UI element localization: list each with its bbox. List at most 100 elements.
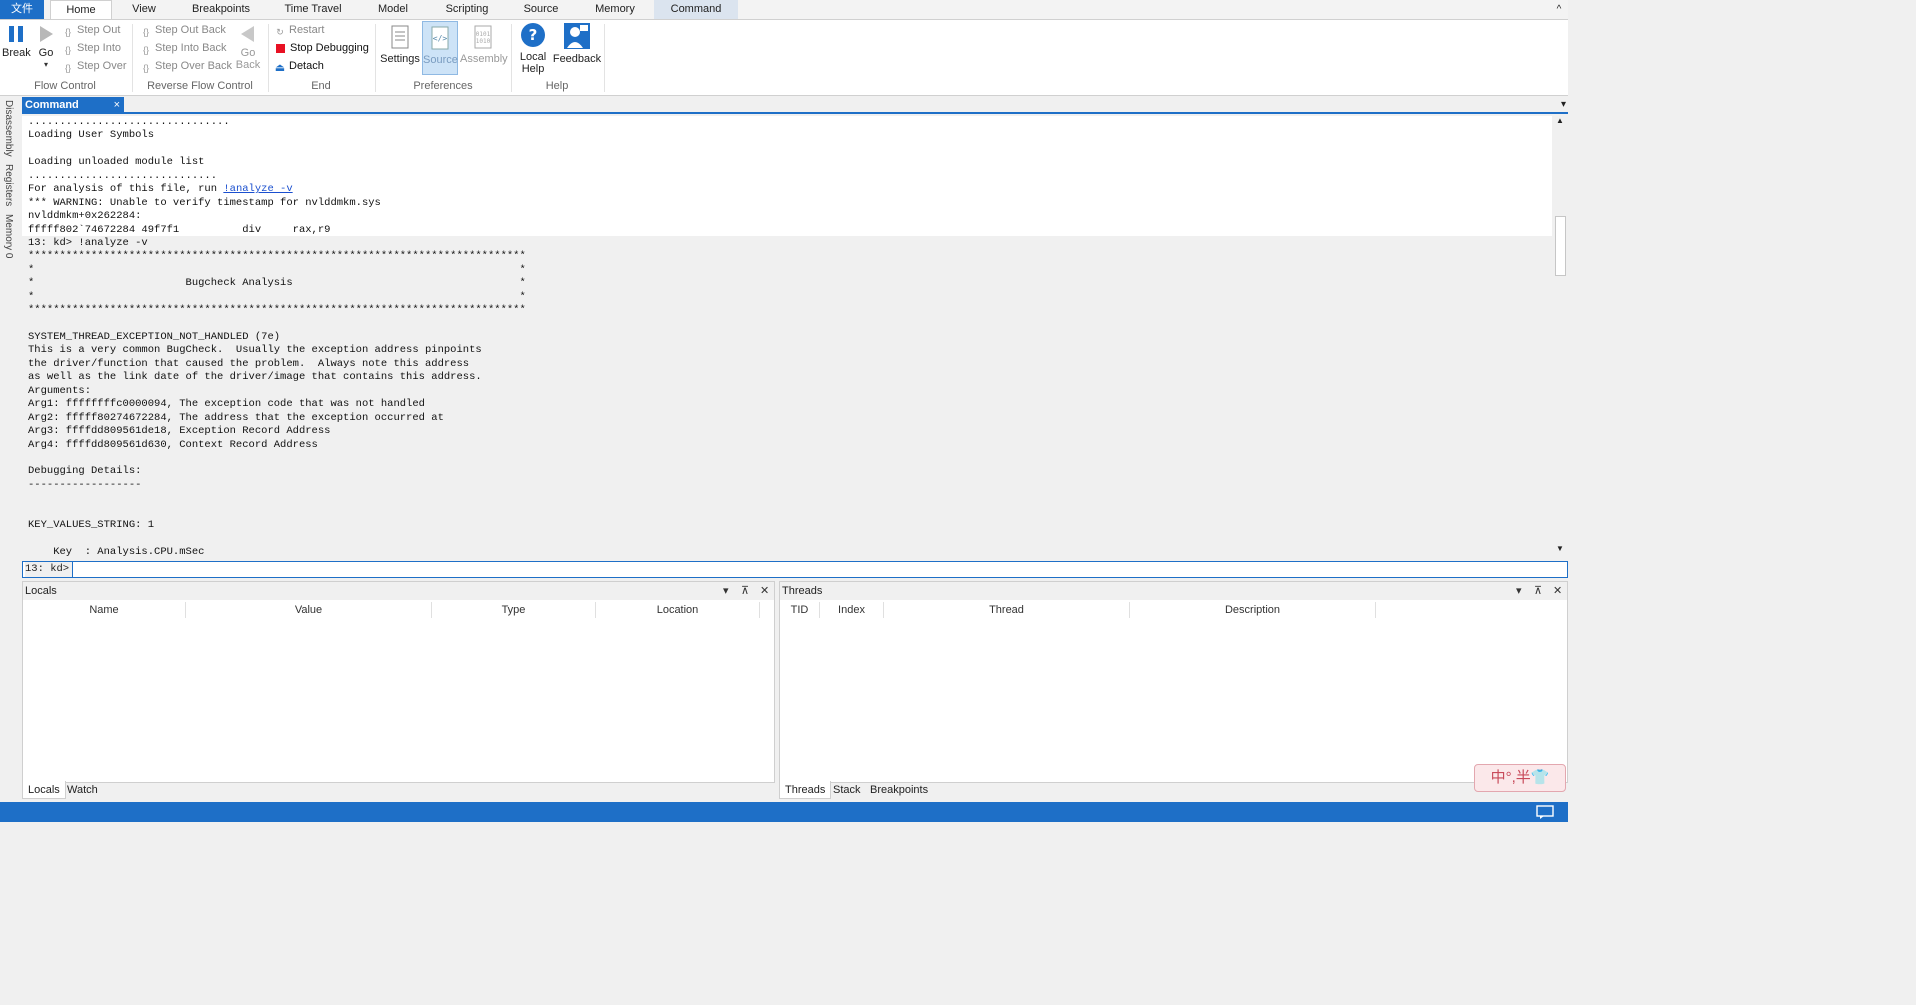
stop-debugging-label: Stop Debugging	[290, 42, 369, 54]
preferences-group-label: Preferences	[413, 80, 473, 92]
restart-button[interactable]: ↻ Restart	[274, 22, 324, 38]
tab-memory[interactable]: Memory	[584, 0, 646, 19]
settings-button[interactable]: Settings	[380, 24, 420, 65]
tab-view[interactable]: View	[120, 0, 168, 19]
vertical-scrollbar[interactable]: ▲ ▼	[1553, 116, 1568, 557]
tab-breakpoints[interactable]: Breakpoints	[182, 0, 260, 19]
column-header-type[interactable]: Type	[432, 602, 596, 618]
svg-text:</>: </>	[433, 34, 448, 43]
source-toggle-button[interactable]: </> Source	[422, 21, 458, 75]
tab-locals[interactable]: Locals	[22, 781, 66, 799]
scrollbar-thumb[interactable]	[1555, 216, 1566, 276]
go-button[interactable]: Go ▾	[34, 24, 58, 71]
output-line: *** WARNING: Unable to verify timestamp …	[28, 196, 381, 209]
ime-indicator[interactable]: 中°,半👕	[1474, 764, 1566, 792]
stop-debugging-button[interactable]: Stop Debugging	[274, 40, 369, 56]
column-header-value[interactable]: Value	[186, 602, 432, 618]
output-line: Arg4: ffffdd809561d630, Context Record A…	[28, 438, 318, 451]
side-tab-registers[interactable]: Registers	[3, 164, 14, 206]
tab-command-window[interactable]: Command ×	[22, 97, 124, 114]
group-divider	[604, 24, 605, 92]
window-list-dropdown-icon[interactable]: ▾	[1561, 97, 1566, 112]
panel-menu-icon[interactable]: ▾	[723, 582, 729, 600]
tab-source[interactable]: Source	[514, 0, 568, 19]
scroll-up-icon[interactable]: ▲	[1556, 116, 1564, 125]
step-over-back-icon: {}	[142, 63, 149, 73]
eject-icon: ⏏	[274, 62, 286, 74]
tab-model[interactable]: Model	[368, 0, 418, 19]
go-back-button[interactable]: Go Back	[234, 24, 262, 71]
column-header-location[interactable]: Location	[596, 602, 760, 618]
column-header-name[interactable]: Name	[23, 602, 186, 618]
tab-time-travel[interactable]: Time Travel	[276, 0, 350, 19]
locals-panel-header: Locals	[23, 582, 774, 600]
side-tab-memory-0[interactable]: Memory 0	[3, 214, 14, 258]
step-into-back-icon: {}	[142, 45, 149, 55]
help-group-label: Help	[545, 80, 569, 92]
step-over-button[interactable]: {} Step Over	[62, 58, 127, 74]
step-out-button[interactable]: {} Step Out	[62, 22, 120, 38]
break-button[interactable]: Break	[2, 24, 31, 59]
pin-icon[interactable]: ⊼	[741, 582, 749, 600]
output-line: ------------------	[28, 478, 142, 491]
go-back-label-2: Back	[235, 59, 261, 71]
column-header-thread[interactable]: Thread	[884, 602, 1130, 618]
output-line: Arg2: fffff80274672284, The address that…	[28, 411, 444, 424]
output-line: * Bugcheck Analysis *	[28, 277, 526, 290]
collapse-ribbon-icon[interactable]: ^	[1552, 0, 1566, 19]
feedback-button[interactable]: Feedback	[552, 22, 602, 65]
go-dropdown-icon[interactable]: ▾	[34, 59, 58, 71]
tab-breakpoints-panel[interactable]: Breakpoints	[865, 781, 933, 799]
threads-panel-header: Threads	[780, 582, 1567, 600]
step-into-back-button[interactable]: {} Step Into Back	[140, 40, 227, 56]
tab-home[interactable]: Home	[50, 0, 112, 19]
step-out-back-label: Step Out Back	[155, 24, 226, 36]
command-input[interactable]	[72, 562, 1566, 577]
scroll-down-icon[interactable]: ▼	[1556, 544, 1564, 553]
close-icon[interactable]: ✕	[760, 582, 769, 600]
group-divider	[268, 24, 269, 92]
notification-icon[interactable]	[1536, 805, 1554, 819]
output-line: Arg3: ffffdd809561de18, Exception Record…	[28, 425, 331, 438]
step-into-button[interactable]: {} Step Into	[62, 40, 121, 56]
tab-threads[interactable]: Threads	[779, 781, 832, 799]
output-line: Arguments:	[28, 384, 92, 397]
step-out-back-button[interactable]: {} Step Out Back	[140, 22, 226, 38]
file-menu-tab[interactable]: 文件	[0, 0, 44, 19]
output-line: nvlddmkm+0x262284:	[28, 210, 142, 223]
column-header-description[interactable]: Description	[1130, 602, 1376, 618]
column-header-tid[interactable]: TID	[780, 602, 820, 618]
tab-scripting[interactable]: Scripting	[434, 0, 500, 19]
assembly-button[interactable]: 0101 1010 Assembly	[460, 24, 508, 65]
local-help-button[interactable]: ? Local Help	[516, 22, 550, 75]
output-line: ..............................	[28, 169, 218, 182]
go-back-label-1: Go	[240, 47, 256, 59]
output-line: ****************************************…	[28, 250, 526, 263]
step-over-back-button[interactable]: {} Step Over Back	[140, 58, 232, 74]
close-icon[interactable]: ×	[114, 97, 120, 114]
step-over-icon: {}	[64, 63, 71, 73]
panel-menu-icon[interactable]: ▾	[1516, 582, 1522, 600]
analyze-link[interactable]: !analyze -v	[223, 183, 292, 195]
close-icon[interactable]: ✕	[1553, 582, 1562, 600]
output-line: Key : Analysis.CPU.mSec	[28, 546, 205, 557]
command-output[interactable]: ................................ Loading …	[22, 116, 1552, 557]
step-over-back-label: Step Over Back	[155, 60, 233, 72]
svg-text:0101: 0101	[476, 31, 491, 38]
command-prompt: 13: kd>	[22, 561, 1568, 578]
pin-icon[interactable]: ⊼	[1534, 582, 1542, 600]
tab-stack[interactable]: Stack	[828, 781, 866, 799]
tab-command[interactable]: Command	[654, 0, 738, 19]
output-line: This is a very common BugCheck. Usually …	[28, 344, 482, 357]
column-header-index[interactable]: Index	[820, 602, 884, 618]
tab-watch[interactable]: Watch	[62, 781, 103, 799]
locals-bottom-tabs: Locals Watch	[22, 781, 775, 799]
side-tab-disassembly[interactable]: Disassembly	[3, 100, 14, 157]
restart-label: Restart	[289, 24, 325, 36]
detach-button[interactable]: ⏏ Detach	[274, 58, 324, 74]
reverse-play-icon	[241, 26, 254, 42]
restart-icon: ↻	[276, 27, 284, 37]
